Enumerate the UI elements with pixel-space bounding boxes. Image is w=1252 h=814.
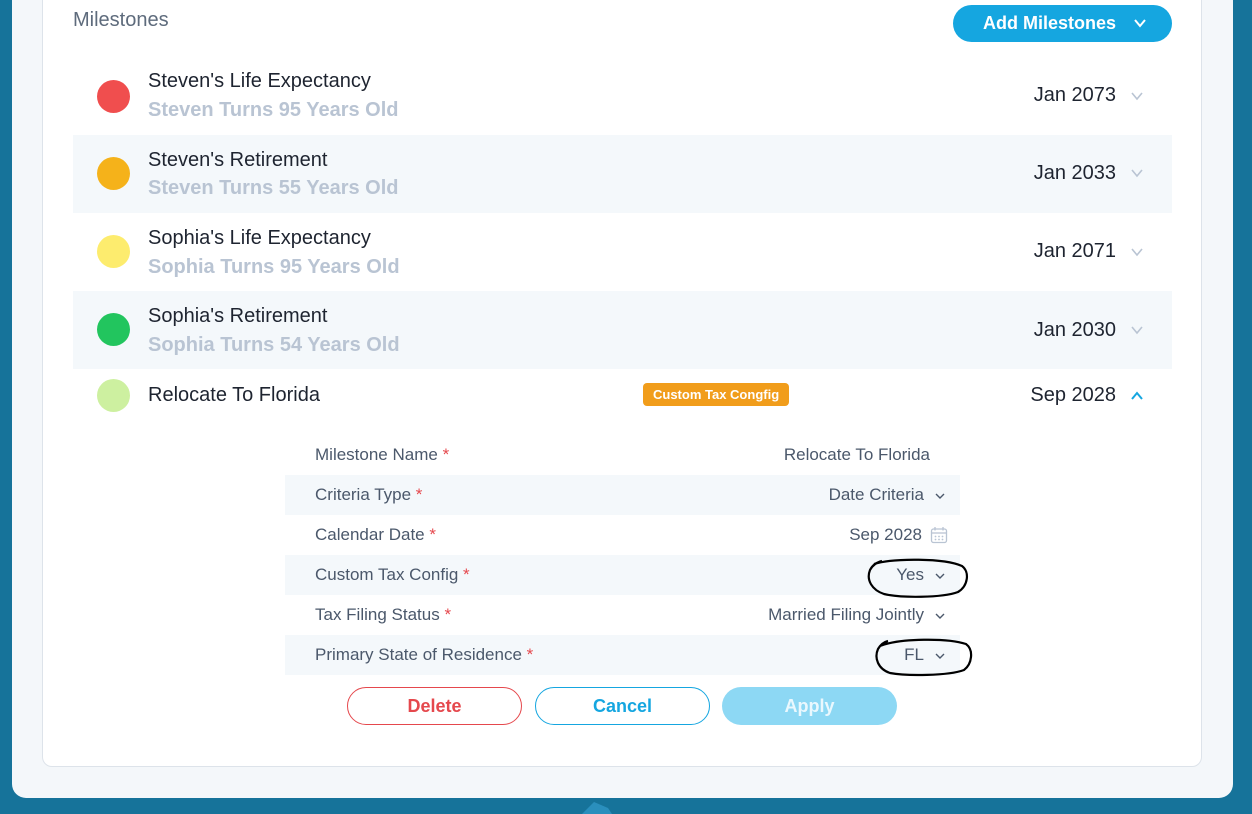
field-label: Tax Filing Status *	[315, 605, 452, 624]
chevron-down-icon[interactable]	[934, 650, 946, 662]
chevron-down-icon[interactable]	[934, 610, 946, 622]
form-row-tax-filing-status: Tax Filing Status * Married Filing Joint…	[285, 595, 960, 635]
milestone-subtitle: Sophia Turns 95 Years Old	[148, 256, 400, 278]
milestone-row[interactable]: Steven's Retirement Steven Turns 55 Year…	[73, 135, 1172, 213]
milestone-name: Sophia's Life Expectancy	[148, 227, 371, 249]
apply-button[interactable]: Apply	[722, 687, 897, 725]
field-label: Criteria Type *	[315, 485, 423, 504]
chevron-down-icon[interactable]	[1130, 245, 1144, 259]
milestone-subtitle: Steven Turns 95 Years Old	[148, 99, 399, 121]
chevron-down-icon	[1134, 19, 1146, 28]
custom-tax-config-select[interactable]: Yes	[896, 565, 924, 585]
field-label: Milestone Name *	[315, 445, 450, 464]
milestone-row[interactable]: Sophia's Life Expectancy Sophia Turns 95…	[73, 213, 1172, 291]
milestone-row-expanded[interactable]: Relocate To Florida Custom Tax Congfig S…	[73, 369, 1172, 423]
calendar-date-input[interactable]: Sep 2028	[849, 525, 922, 545]
tax-filing-status-select[interactable]: Married Filing Jointly	[768, 605, 924, 625]
form-row-calendar-date: Calendar Date * Sep 2028	[285, 515, 960, 555]
milestone-color-dot	[97, 80, 130, 113]
chevron-down-icon[interactable]	[934, 570, 946, 582]
form-row-milestone-name: Milestone Name * Relocate To Florida	[285, 435, 960, 475]
milestone-color-dot	[97, 379, 130, 412]
milestone-date: Sep 2028	[1030, 384, 1116, 406]
criteria-type-select[interactable]: Date Criteria	[829, 485, 924, 505]
chevron-down-icon[interactable]	[1130, 323, 1144, 337]
custom-tax-config-badge: Custom Tax Congfig	[643, 383, 790, 406]
chevron-up-icon[interactable]	[1130, 389, 1144, 403]
field-label: Custom Tax Config *	[315, 565, 470, 584]
cancel-button[interactable]: Cancel	[535, 687, 710, 725]
milestone-date: Jan 2073	[1033, 84, 1116, 106]
logo-icon	[582, 802, 612, 814]
milestone-name: Steven's Retirement	[148, 149, 328, 171]
add-milestones-label: Add Milestones	[983, 13, 1117, 33]
milestone-color-dot	[97, 235, 130, 268]
milestone-color-dot	[97, 157, 130, 190]
milestone-name-input[interactable]: Relocate To Florida	[784, 445, 930, 465]
add-milestones-button[interactable]: Add Milestones	[953, 5, 1172, 42]
milestone-row[interactable]: Steven's Life Expectancy Steven Turns 95…	[73, 57, 1172, 135]
form-row-primary-state: Primary State of Residence * FL	[285, 635, 960, 675]
primary-state-select[interactable]: FL	[904, 645, 924, 665]
form-row-criteria-type: Criteria Type * Date Criteria	[285, 475, 960, 515]
section-title: Milestones	[73, 9, 169, 31]
chevron-down-icon[interactable]	[1130, 166, 1144, 180]
milestone-name: Sophia's Retirement	[148, 305, 328, 327]
milestone-name: Steven's Life Expectancy	[148, 70, 371, 92]
field-label: Calendar Date *	[315, 525, 436, 544]
milestone-subtitle: Sophia Turns 54 Years Old	[148, 334, 400, 356]
milestone-date: Jan 2033	[1033, 162, 1116, 184]
calendar-icon[interactable]	[930, 526, 948, 544]
milestone-color-dot	[97, 313, 130, 346]
milestone-name: Relocate To Florida	[148, 384, 320, 406]
chevron-down-icon[interactable]	[934, 490, 946, 502]
delete-button[interactable]: Delete	[347, 687, 522, 725]
form-row-custom-tax-config: Custom Tax Config * Yes	[285, 555, 960, 595]
field-label: Primary State of Residence *	[315, 645, 534, 664]
milestone-date: Jan 2071	[1033, 240, 1116, 262]
milestone-row[interactable]: Sophia's Retirement Sophia Turns 54 Year…	[73, 291, 1172, 369]
milestone-subtitle: Steven Turns 55 Years Old	[148, 177, 399, 199]
milestone-date: Jan 2030	[1033, 319, 1116, 341]
chevron-down-icon[interactable]	[1130, 89, 1144, 103]
